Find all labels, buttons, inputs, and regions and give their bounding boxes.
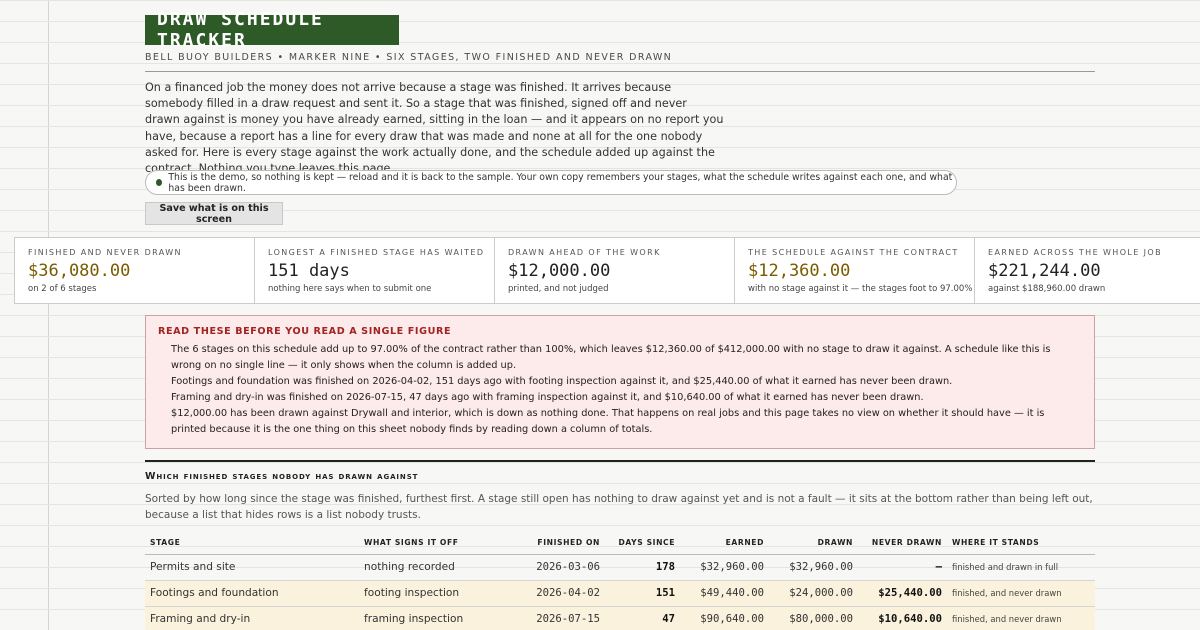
stat-value: 151 days <box>268 261 350 281</box>
earned: $90,640.00 <box>680 606 769 630</box>
status-text: finished, and never drawn <box>947 580 1095 607</box>
stat-note: nothing here says when to submit one <box>268 284 432 294</box>
intro-paragraph: On a financed job the money does not arr… <box>145 81 724 176</box>
warning-box: Read these before you read a single figu… <box>145 315 1095 449</box>
signoff: footing inspection <box>359 580 511 607</box>
summary-stats: Finished and never drawn $36,080.00 on 2… <box>14 237 1200 304</box>
column-header-never-drawn[interactable]: Never drawn <box>858 532 947 555</box>
stat-value: $221,244.00 <box>988 261 1101 281</box>
demo-notice-text: This is the demo, so nothing is kept — r… <box>168 171 953 194</box>
stage-name: Permits and site <box>145 554 359 581</box>
never-drawn: $25,440.00 <box>858 580 947 607</box>
earned: $49,440.00 <box>680 580 769 607</box>
save-button[interactable]: Save what is on this screen <box>145 202 283 225</box>
section-description: Sorted by how long since the stage was f… <box>145 493 1093 522</box>
finished-date: 2026-03-06 <box>511 554 605 581</box>
table-row[interactable]: Framing and dry-in framing inspection 20… <box>145 606 1095 630</box>
status-text: finished and drawn in full <box>947 554 1095 581</box>
stat-value: $12,360.00 <box>748 261 851 281</box>
column-header-finished[interactable]: Finished on <box>511 532 605 555</box>
stat-value: $12,000.00 <box>508 261 611 281</box>
section-divider <box>145 460 1095 462</box>
stages-table: Stage What signs it off Finished on Days… <box>145 532 1095 630</box>
warning-item: The 6 stages on this schedule add up to … <box>171 344 1051 371</box>
stage-name: Framing and dry-in <box>145 606 359 630</box>
finished-date: 2026-07-15 <box>511 606 605 630</box>
stat-value: $36,080.00 <box>28 261 131 281</box>
days-since: 47 <box>605 606 680 630</box>
warning-item: $12,000.00 has been drawn against Drywal… <box>171 407 1045 435</box>
table-row[interactable]: Permits and site nothing recorded 2026-0… <box>145 554 1095 581</box>
column-header-signoff[interactable]: What signs it off <box>359 532 511 555</box>
warning-list: The 6 stages on this schedule add up to … <box>158 342 1082 437</box>
stat-note: against $188,960.00 drawn <box>988 284 1106 294</box>
never-drawn: — <box>858 554 947 581</box>
drawn: $80,000.00 <box>769 606 858 630</box>
stage-name: Footings and foundation <box>145 580 359 607</box>
days-since: 178 <box>605 554 680 581</box>
stat-earned-total: Earned across the whole job $221,244.00 … <box>974 238 1200 303</box>
drawn: $24,000.00 <box>769 580 858 607</box>
stat-longest-wait: Longest a finished stage has waited 151 … <box>254 238 494 303</box>
status-dot-icon <box>156 179 163 186</box>
status-text: finished, and never drawn <box>947 606 1095 630</box>
stat-label: Finished and never drawn <box>28 248 182 257</box>
signoff: framing inspection <box>359 606 511 630</box>
warning-item: Framing and dry-in was finished on 2026-… <box>171 391 924 403</box>
header-divider <box>145 71 1095 72</box>
stat-never-drawn: Finished and never drawn $36,080.00 on 2… <box>14 238 254 303</box>
warning-title: Read these before you read a single figu… <box>158 326 452 337</box>
stat-note: with no stage against it — the stages fo… <box>748 284 973 294</box>
stat-label: The schedule against the contract <box>748 248 959 257</box>
column-header-status[interactable]: Where it stands <box>947 532 1095 555</box>
stat-label: Drawn ahead of the work <box>508 248 661 257</box>
drawn: $32,960.00 <box>769 554 858 581</box>
stat-note: printed, and not judged <box>508 284 609 294</box>
stat-label: Longest a finished stage has waited <box>268 248 485 257</box>
table-header-row: Stage What signs it off Finished on Days… <box>145 532 1095 555</box>
warning-item: Footings and foundation was finished on … <box>171 375 953 387</box>
column-header-earned[interactable]: Earned <box>680 532 769 555</box>
demo-notice: This is the demo, so nothing is kept — r… <box>145 170 957 195</box>
stat-schedule-gap: The schedule against the contract $12,36… <box>734 238 974 303</box>
never-drawn: $10,640.00 <box>858 606 947 630</box>
page-subtitle: BELL BUOY BUILDERS • MARKER NINE • SIX S… <box>145 52 673 63</box>
page-title: DRAW SCHEDULE TRACKER <box>145 9 399 51</box>
column-header-drawn[interactable]: Drawn <box>769 532 858 555</box>
finished-date: 2026-04-02 <box>511 580 605 607</box>
earned: $32,960.00 <box>680 554 769 581</box>
column-header-stage[interactable]: Stage <box>145 532 359 555</box>
days-since: 151 <box>605 580 680 607</box>
stat-label: Earned across the whole job <box>988 248 1163 257</box>
column-header-days[interactable]: Days since <box>605 532 680 555</box>
signoff: nothing recorded <box>359 554 511 581</box>
section-heading: Which finished stages nobody has drawn a… <box>145 471 419 482</box>
stat-note: on 2 of 6 stages <box>28 284 97 294</box>
table-row[interactable]: Footings and foundation footing inspecti… <box>145 580 1095 607</box>
stat-drawn-ahead: Drawn ahead of the work $12,000.00 print… <box>494 238 734 303</box>
